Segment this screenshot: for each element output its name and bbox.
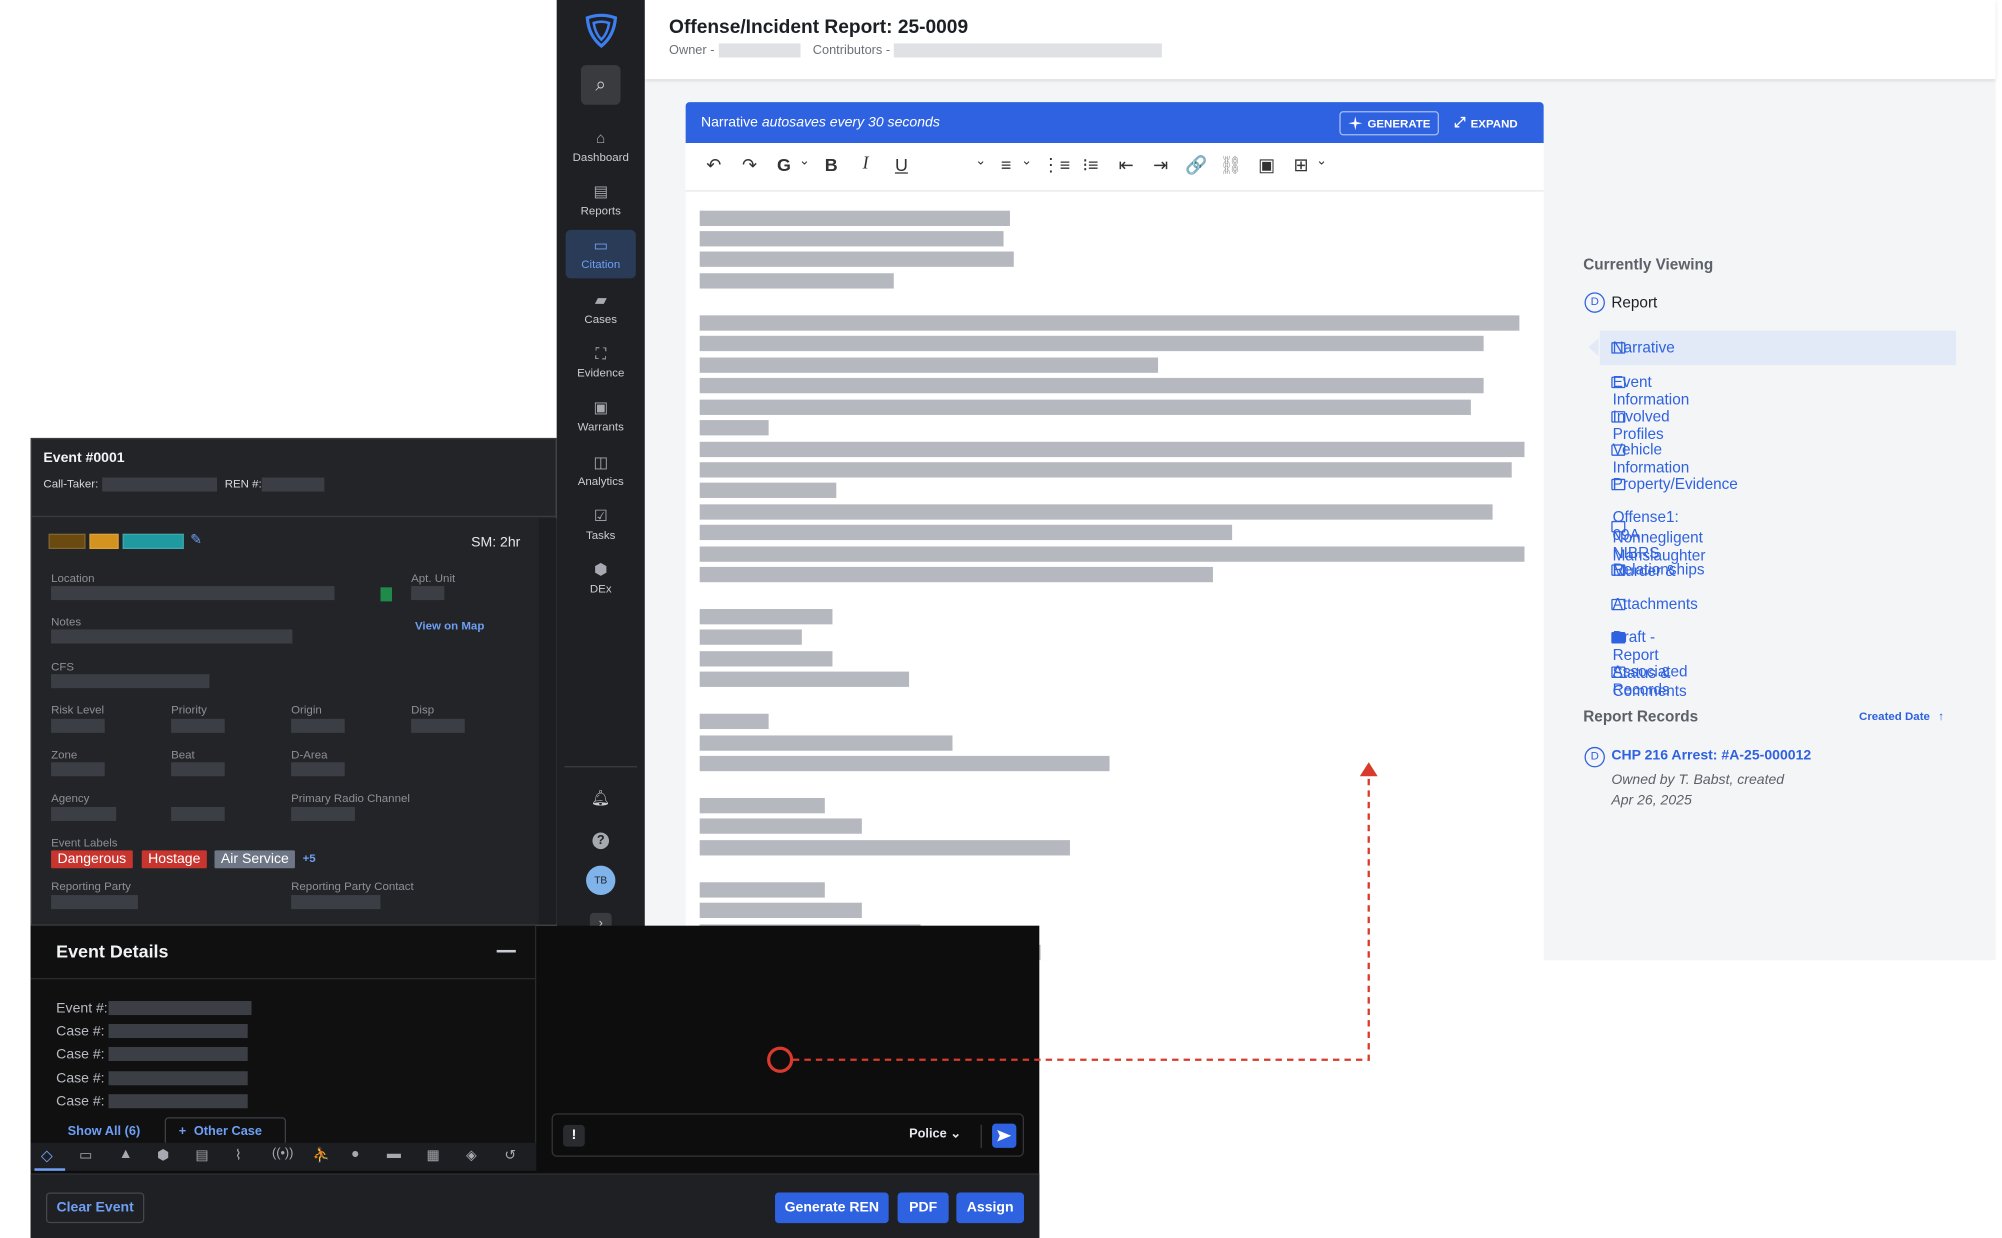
annotation-dashed-line bbox=[792, 776, 1370, 1061]
annotation-circle bbox=[767, 1046, 794, 1073]
annotation-connector bbox=[767, 762, 1378, 1073]
annotation-arrowhead bbox=[1359, 762, 1378, 777]
